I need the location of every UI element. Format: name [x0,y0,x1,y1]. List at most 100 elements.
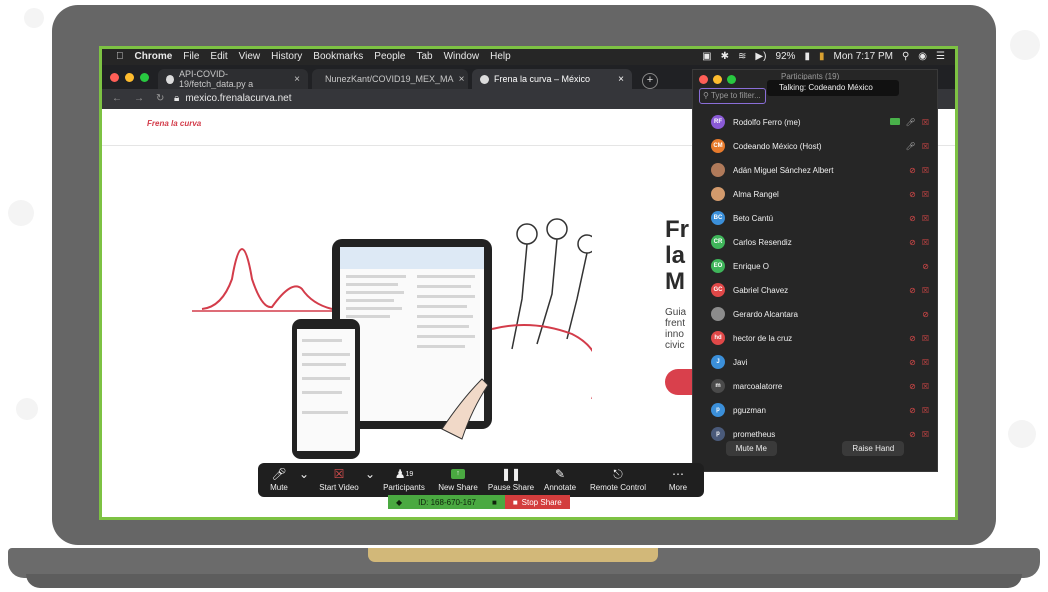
bluetooth-icon[interactable]: ✱ [721,51,729,62]
close-tab-icon[interactable]: × [459,74,465,85]
participant-filter-input[interactable]: ⚲ Type to filter... [699,88,766,104]
participant-row[interactable]: CR Carlos Resendiz ⊘ ☒ [693,230,937,254]
video-off-icon[interactable]: ☒ [922,238,929,247]
avatar [711,307,725,321]
background-blob [16,398,38,420]
video-off-icon[interactable]: ☒ [922,286,929,295]
new-share-button[interactable]: ↑ New Share [434,465,482,492]
video-off-icon[interactable]: ☒ [922,406,929,415]
participant-row[interactable]: Gerardo Alcantara ⊘ [693,302,937,326]
mic-muted-icon[interactable]: ⊘ [922,310,929,319]
participants-label: Participants [383,483,425,492]
back-arrow-icon[interactable]: ← [112,93,122,104]
remote-control-button[interactable]: ⎋ Remote Control [584,465,652,493]
video-off-icon[interactable]: ☒ [922,166,929,175]
volume-icon[interactable]: ▶) [755,51,766,62]
participant-row[interactable]: hd hector de la cruz ⊘ ☒ [693,326,937,350]
menu-tab[interactable]: Tab [416,51,432,62]
video-off-icon[interactable]: ☒ [922,118,929,127]
participants-button[interactable]: ♟ 19 Participants [378,465,430,492]
audio-options-chevron-icon[interactable]: ⌄ [298,465,310,483]
mute-me-button[interactable]: Mute Me [725,441,777,456]
participant-row[interactable]: m marcoalatorre ⊘ ☒ [693,374,937,398]
microphone-icon[interactable]: 🎤︎ [906,142,916,151]
menu-people[interactable]: People [374,51,405,62]
battery-icon[interactable]: ▮ [804,51,810,62]
menu-bookmarks[interactable]: Bookmarks [313,51,363,62]
mic-muted-icon[interactable]: ⊘ [922,262,929,271]
apple-icon[interactable]:  [116,51,124,62]
siri-icon[interactable]: ◉ [918,51,927,62]
maximize-panel-button[interactable] [727,75,736,84]
video-off-icon[interactable]: ☒ [922,142,929,151]
close-panel-button[interactable] [699,75,708,84]
minimize-panel-button[interactable] [713,75,722,84]
menu-history[interactable]: History [271,51,302,62]
pause-share-button[interactable]: ❚❚ Pause Share [486,465,536,492]
close-tab-icon[interactable]: × [618,74,624,85]
mic-muted-icon[interactable]: ⊘ [909,406,916,415]
participant-row[interactable]: EO Enrique O ⊘ [693,254,937,278]
reload-icon[interactable]: ↻ [156,93,164,104]
start-video-button[interactable]: ☒ Start Video [314,465,364,492]
site-logo[interactable]: Frena la curva [147,119,201,128]
video-off-icon[interactable]: ☒ [922,214,929,223]
start-video-label: Start Video [319,483,359,492]
microphone-icon[interactable]: 🎤︎ [906,118,916,127]
annotate-button[interactable]: ✎ Annotate [540,465,580,492]
spotlight-search-icon[interactable]: ⚲ [902,51,909,62]
menu-chrome[interactable]: Chrome [135,51,173,62]
participant-row[interactable]: Adán Miguel Sánchez Albert ⊘ ☒ [693,158,937,182]
participant-row[interactable]: GC Gabriel Chavez ⊘ ☒ [693,278,937,302]
video-off-icon[interactable]: ☒ [922,358,929,367]
minimize-window-button[interactable] [125,73,134,82]
mute-button[interactable]: 🎤︎ Mute [264,465,294,492]
mic-muted-icon[interactable]: ⊘ [909,166,916,175]
video-off-icon[interactable]: ☒ [922,382,929,391]
video-off-icon[interactable]: ☒ [922,190,929,199]
participant-row[interactable]: p pguzman ⊘ ☒ [693,398,937,422]
browser-tab[interactable]: API-COVID-19/fetch_data.py a × [158,69,308,89]
participant-row[interactable]: RF Rodolfo Ferro (me) 🎤︎ ☒ [693,110,937,134]
new-tab-button[interactable]: + [642,73,658,89]
zoom-status-icon[interactable]: ▣ [702,51,711,62]
menu-edit[interactable]: Edit [210,51,227,62]
mic-muted-icon[interactable]: ⊘ [909,430,916,439]
address-bar[interactable]: 🔒︎ mexico.frenalacurva.net [174,93,292,104]
video-off-icon[interactable]: ☒ [922,430,929,439]
browser-tab[interactable]: NunezKant/COVID19_MEX_MA × [312,69,468,89]
close-tab-icon[interactable]: × [294,74,300,85]
participant-row[interactable]: Alma Rangel ⊘ ☒ [693,182,937,206]
menu-help[interactable]: Help [490,51,511,62]
wifi-icon[interactable]: ≋ [738,51,746,62]
video-off-icon[interactable]: ☒ [922,334,929,343]
forward-arrow-icon[interactable]: → [134,93,144,104]
raise-hand-button[interactable]: Raise Hand [842,441,905,456]
more-button[interactable]: ⋯ More [662,465,694,492]
mic-muted-icon[interactable]: ⊘ [909,358,916,367]
menu-view[interactable]: View [239,51,261,62]
stop-share-button[interactable]: ■ Stop Share [504,495,570,509]
participant-row[interactable]: BC Beto Cantú ⊘ ☒ [693,206,937,230]
flag-icon[interactable]: ▮ [819,51,825,62]
mic-muted-icon[interactable]: ⊘ [909,190,916,199]
notification-center-icon[interactable]: ☰ [936,51,945,62]
mic-muted-icon[interactable]: ⊘ [909,286,916,295]
mic-muted-icon[interactable]: ⊘ [909,238,916,247]
menu-window[interactable]: Window [444,51,480,62]
meeting-id-pill[interactable]: ◆ ID: 168-670-167 ■ [388,495,505,509]
subtext-line: frent [665,318,686,329]
participant-name: Gerardo Alcantara [733,309,798,319]
menu-file[interactable]: File [183,51,199,62]
close-window-button[interactable] [110,73,119,82]
menubar-clock[interactable]: Mon 7:17 PM [833,51,892,62]
mic-muted-icon[interactable]: ⊘ [909,382,916,391]
participant-row[interactable]: J Javi ⊘ ☒ [693,350,937,374]
participant-name: marcoalatorre [733,381,783,391]
browser-tab-active[interactable]: Frena la curva – México × [472,69,632,89]
mic-muted-icon[interactable]: ⊘ [909,214,916,223]
mic-muted-icon[interactable]: ⊘ [909,334,916,343]
maximize-window-button[interactable] [140,73,149,82]
participant-row[interactable]: CM Codeando México (Host) 🎤︎ ☒ [693,134,937,158]
video-options-chevron-icon[interactable]: ⌄ [364,465,376,483]
